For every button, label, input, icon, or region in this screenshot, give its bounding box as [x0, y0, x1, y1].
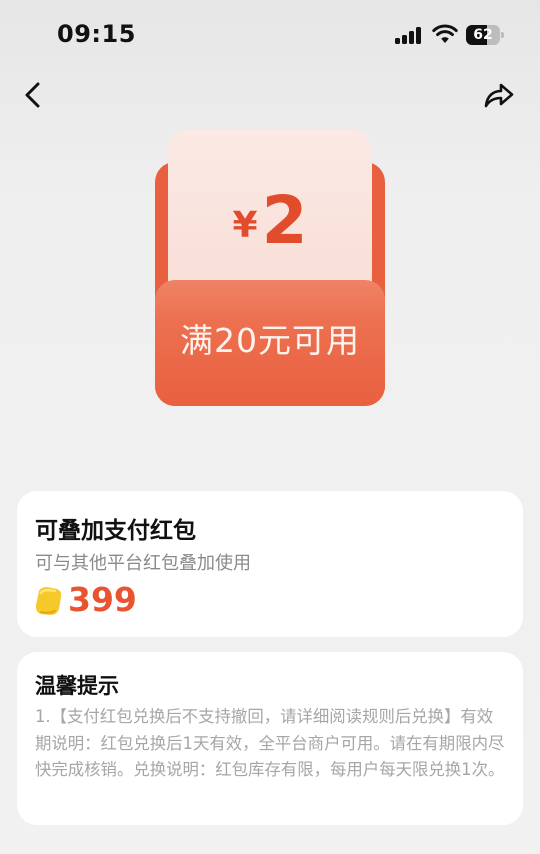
product-subtitle: 可与其他平台红包叠加使用	[35, 553, 251, 574]
tips-title: 温馨提示	[35, 674, 119, 698]
tips-card: 温馨提示 1.【支付红包兑换后不支持撤回，请详细阅读规则后兑换】有效期说明：红包…	[17, 652, 523, 825]
tips-body: 1.【支付红包兑换后不支持撤回，请详细阅读规则后兑换】有效期说明：红包兑换后1天…	[35, 707, 505, 780]
chevron-left-icon[interactable]	[18, 78, 48, 112]
price: 399	[68, 580, 137, 619]
cellular-signal-icon	[395, 27, 423, 44]
usage-condition: 满20元可用	[180, 321, 360, 360]
wifi-icon	[432, 24, 458, 43]
status-time: 09:15	[57, 20, 136, 48]
battery-percent: 62	[473, 27, 493, 43]
red-packet-amount: ¥2	[155, 182, 385, 259]
red-packet: ¥2 满20元可用	[155, 130, 385, 406]
status-bar: 09:15 62	[0, 0, 540, 70]
battery-icon: 62	[466, 25, 504, 45]
share-icon[interactable]	[482, 78, 516, 112]
amount-value: 2	[261, 182, 308, 259]
gold-coin-icon	[35, 587, 62, 615]
product-card: 可叠加支付红包 可与其他平台红包叠加使用 399	[17, 491, 523, 637]
currency-symbol: ¥	[232, 205, 258, 246]
product-title: 可叠加支付红包	[35, 518, 196, 544]
